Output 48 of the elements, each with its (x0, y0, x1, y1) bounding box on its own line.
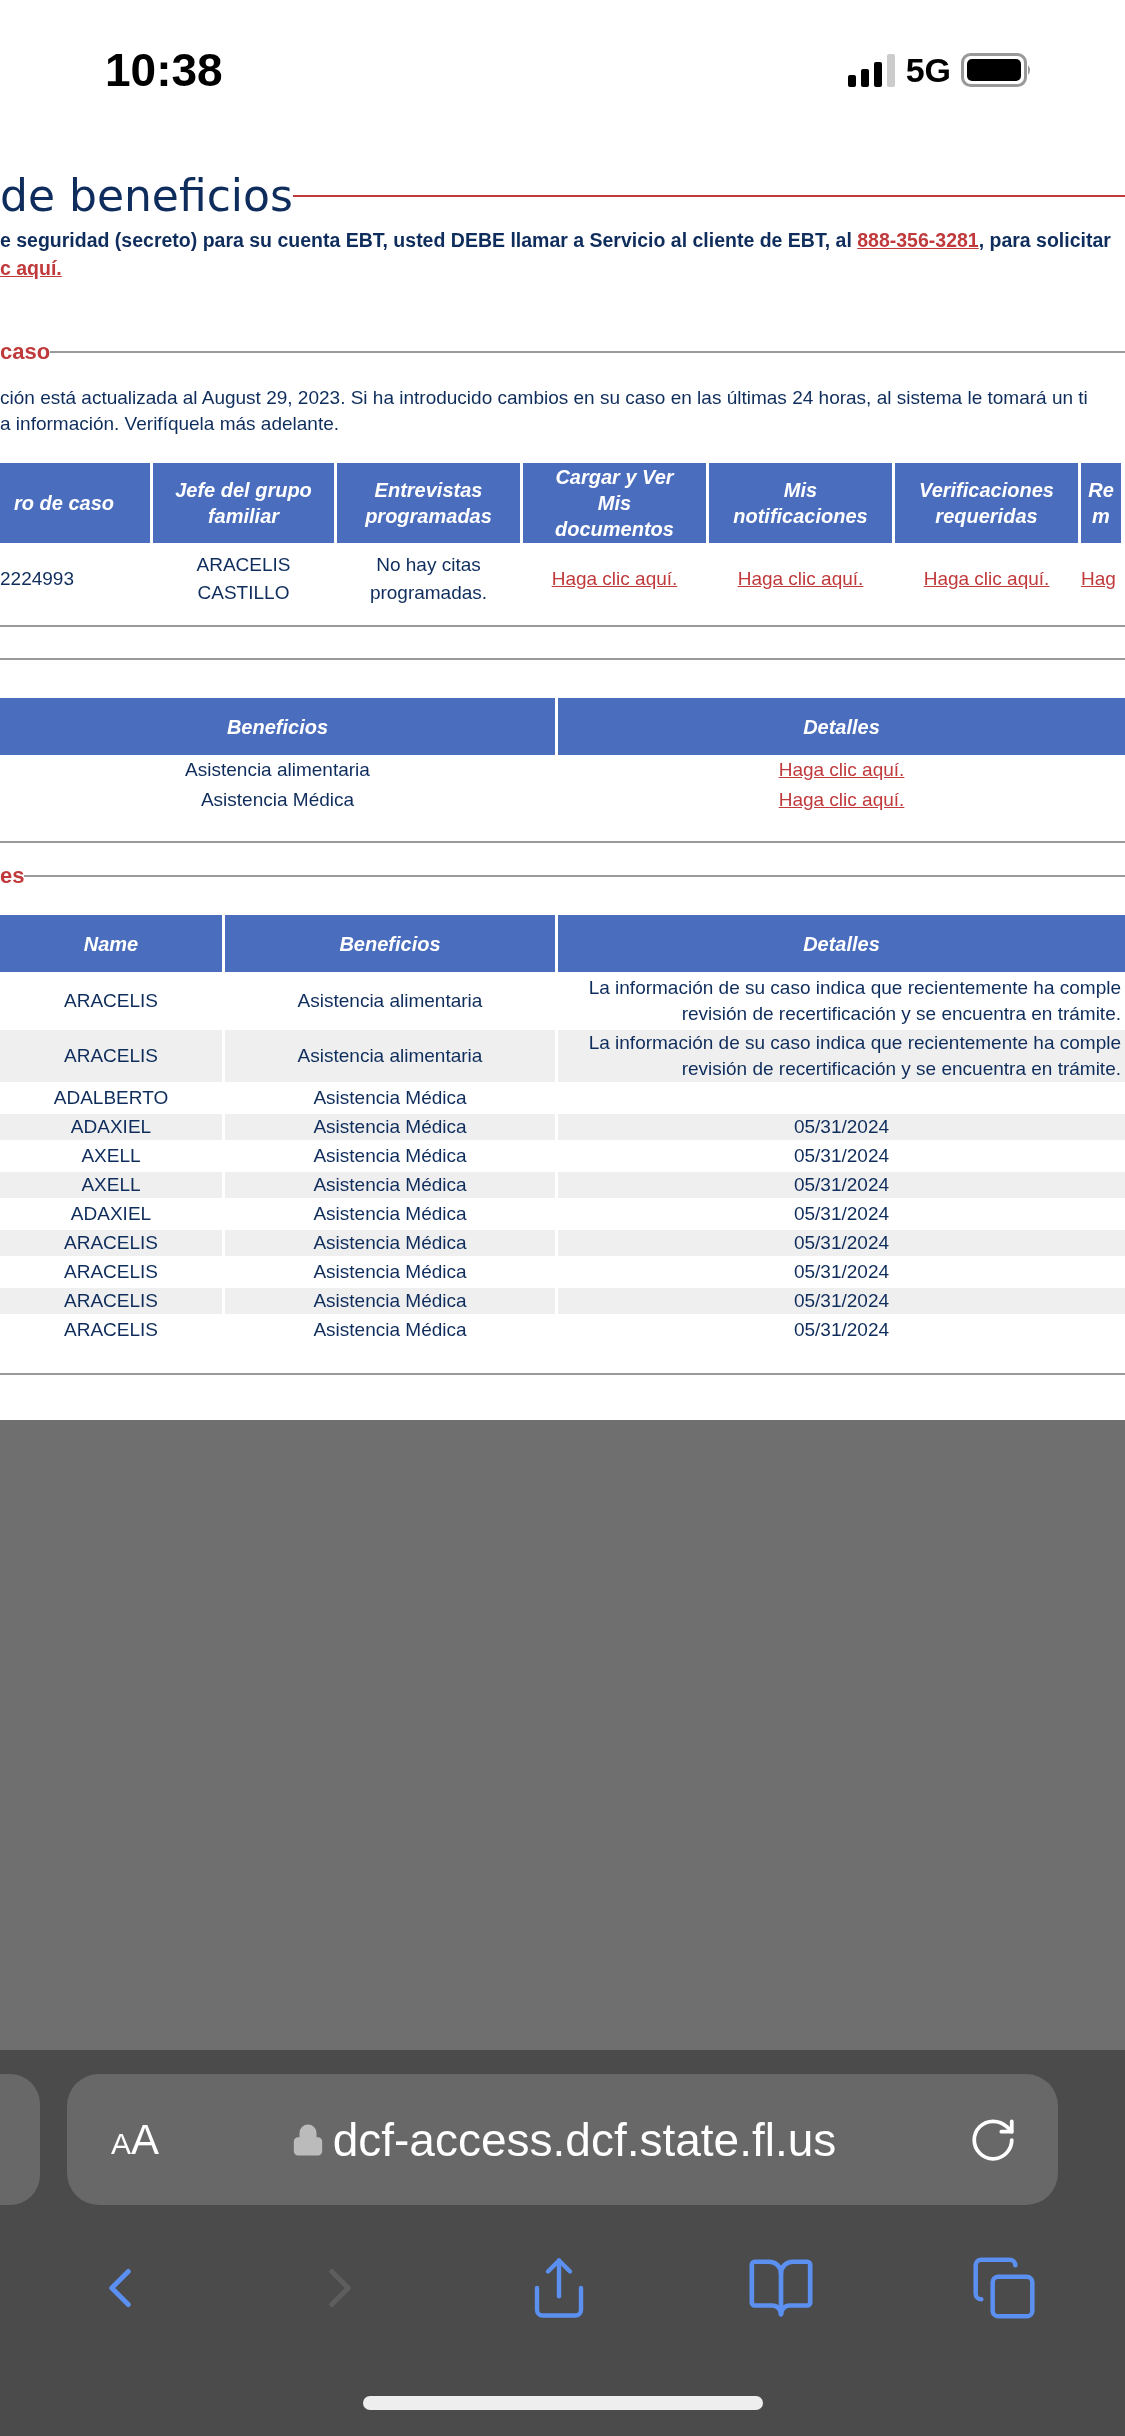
table-cell: ARACELIS (0, 1030, 222, 1082)
click-here-link[interactable]: Haga clic aquí. (558, 785, 1125, 815)
table-cell: 05/31/2024 (558, 1114, 1125, 1140)
table-cell: 05/31/2024 (558, 1288, 1125, 1314)
table-cell: 05/31/2024 (558, 1230, 1125, 1256)
click-here-link[interactable]: c aquí. (0, 255, 62, 281)
column-header: Detalles (558, 698, 1125, 755)
column-header: Name (0, 915, 222, 972)
click-here-link[interactable]: Haga clic aquí. (523, 543, 706, 615)
table-cell: Asistencia alimentaria (225, 1030, 555, 1082)
address-bar[interactable]: AA dcf-access.dcf.state.fl.us (67, 2074, 1058, 2205)
column-header: Beneficios (0, 698, 555, 755)
section-heading: caso (0, 339, 51, 365)
page-title: de beneficios (0, 170, 293, 221)
status-time: 10:38 (105, 43, 223, 97)
column-header: Re m (1081, 463, 1121, 543)
click-here-link[interactable]: Haga clic aquí. (709, 543, 892, 615)
battery-icon (961, 53, 1033, 87)
table-cell: Asistencia Médica (225, 1288, 555, 1314)
table-cell: AXELL (0, 1172, 222, 1198)
text-size-button[interactable]: AA (111, 2115, 160, 2164)
table-cell: ADAXIEL (0, 1114, 222, 1140)
table-cell: ARACELIS (0, 1230, 222, 1256)
column-header: Beneficios (225, 915, 555, 972)
table-cell: La información de su caso indica que recientemente ha comple revisión de recertificación y se encuentra en trámite. (558, 1030, 1125, 1082)
column-header: Jefe del grupo familiar (153, 463, 334, 543)
table-cell: Asistencia Médica (225, 1114, 555, 1140)
column-header: Mis notificaciones (709, 463, 892, 543)
network-label: 5G (905, 50, 951, 90)
column-header: Detalles (558, 915, 1125, 972)
case-info-text: ción está actualizada al August 29, 2023. Si ha introducido cambios en su caso en las últimas 24 horas, al sistema le tomará un ti a información. Verifíquela más adelante. (0, 386, 1089, 436)
click-here-link[interactable]: Haga clic aquí. (895, 543, 1078, 615)
table-cell: ARACELIS (0, 1288, 222, 1314)
tab-pill[interactable] (0, 2074, 40, 2205)
column-header: Cargar y Ver Mis documentos (523, 463, 706, 543)
column-header: ro de caso (0, 463, 150, 543)
phone-link[interactable]: 888-356-3281 (857, 229, 979, 251)
url-text: dcf-access.dcf.state.fl.us (332, 2112, 837, 2167)
click-here-link[interactable]: Haga clic aquí. (558, 755, 1125, 785)
column-header: Verificaciones requeridas (895, 463, 1078, 543)
signal-icon (847, 53, 896, 87)
ebt-notice: e seguridad (secreto) para su cuenta EBT, usted DEBE llamar a Servicio al cliente de EBT, al 888-356-3281, para solicitar (0, 228, 1112, 253)
table-cell: Asistencia Médica (225, 1230, 555, 1256)
section-heading: es (0, 863, 25, 889)
table-cell: 05/31/2024 (558, 1172, 1125, 1198)
column-header: Entrevistas programadas (337, 463, 520, 543)
click-here-link[interactable]: Hag (1081, 543, 1121, 615)
table-cell: Asistencia Médica (225, 1172, 555, 1198)
